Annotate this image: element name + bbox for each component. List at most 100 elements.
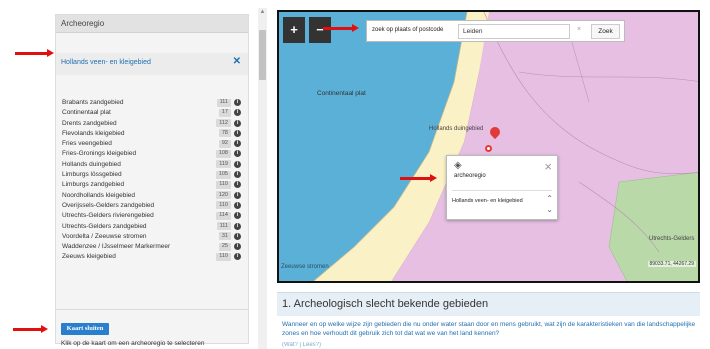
search-button[interactable]: Zoek (591, 24, 620, 39)
info-icon[interactable]: i (234, 150, 241, 158)
info-icon[interactable]: i (234, 222, 241, 230)
region-list-item[interactable]: Limburgs zandgebied 110 i (56, 180, 248, 190)
region-list-item[interactable]: Utrechts-Gelders rivierengebied 114 i (56, 211, 248, 221)
region-count-badge: 25 (218, 242, 231, 251)
map-viewer[interactable]: + − zoek op plaats of postcode Leiden × … (277, 10, 700, 283)
map-popup: ◈ archeoregio × Hollands veen- en kleige… (446, 155, 558, 220)
region-count-badge: 111 (216, 222, 231, 231)
region-count-badge: 92 (218, 139, 231, 148)
annotation-arrow (15, 49, 54, 57)
annotation-arrow (400, 174, 437, 182)
region-list-item[interactable]: Drents zandgebied 112 i (56, 119, 248, 129)
region-count-badge: 119 (216, 160, 231, 169)
section-more-link[interactable]: (Wat? | Lees?) (282, 342, 321, 348)
region-count-badge: 110 (216, 180, 231, 189)
region-list-item[interactable]: Hollands duingebied 119 i (56, 160, 248, 170)
archeoregio-panel: Archeoregio Hollands veen- en kleigebied… (55, 14, 249, 347)
region-name: Hollands duingebied (62, 160, 121, 168)
region-list: Brabants zandgebied 111 i Continentaal plat… (56, 98, 248, 263)
map-label-utrecht: Utrechts-Gelders (649, 236, 695, 242)
region-list-item[interactable]: Continentaal plat 17 i (56, 108, 248, 118)
scroll-thumb[interactable] (259, 30, 266, 80)
region-list-item[interactable]: Noordhollands kleigebied 120 i (56, 191, 248, 201)
info-icon[interactable]: i (234, 201, 241, 209)
map-label-continental: Continentaal plat (317, 90, 366, 97)
info-icon[interactable]: i (234, 109, 241, 117)
region-name: Continentaal plat (62, 109, 111, 117)
zoom-out-button[interactable]: − (309, 17, 331, 43)
search-label: zoek op plaats of postcode (372, 27, 444, 33)
popup-close-icon[interactable]: × (544, 160, 552, 173)
region-count-badge: 120 (215, 191, 231, 200)
map-click-point-icon (485, 145, 492, 152)
region-name: Limburgs zandgebied (62, 181, 125, 189)
region-list-item[interactable]: Limburgs lössgebied 105 i (56, 170, 248, 180)
region-list-item[interactable]: Flevolands kleigebied 78 i (56, 129, 248, 139)
info-icon[interactable]: i (234, 232, 241, 240)
page-scrollbar[interactable]: ▲ (258, 8, 267, 349)
search-input[interactable]: Leiden (458, 24, 570, 39)
chevron-down-icon[interactable]: ⌄ (546, 205, 553, 214)
region-count-badge: 112 (216, 119, 231, 128)
info-icon[interactable]: i (234, 191, 241, 199)
info-icon[interactable]: i (234, 253, 241, 261)
region-name: Flevolands kleigebied (62, 129, 125, 137)
region-name: Noordhollands kleigebied (62, 191, 135, 199)
region-list-item[interactable]: Fries veengebied 92 i (56, 139, 248, 149)
region-count-badge: 78 (218, 129, 231, 138)
panel-title: Archeoregio (56, 15, 248, 33)
region-name: Fries veengebied (62, 140, 112, 148)
section-header: 1. Archeologisch slecht bekende gebieden (277, 292, 700, 316)
divider (452, 190, 552, 191)
clear-search-icon[interactable]: × (577, 26, 581, 33)
section-question-link[interactable]: Wanneer en op welke wijze zijn gebieden … (282, 320, 700, 338)
popup-title: archeoregio (454, 173, 486, 179)
region-name: Utrechts-Gelders zandgebied (62, 222, 147, 230)
map-label-dune: Hollands duingebied (429, 126, 484, 132)
info-icon[interactable]: i (234, 243, 241, 251)
info-icon[interactable]: i (234, 129, 241, 137)
info-icon[interactable]: i (234, 140, 241, 148)
region-list-item[interactable]: Zeeuws kleigebied 110 i (56, 252, 248, 262)
region-name: Zeeuws kleigebied (62, 253, 116, 261)
region-count-badge: 105 (215, 170, 231, 179)
region-list-item[interactable]: Voordelta / Zeeuwse stromen 31 i (56, 232, 248, 242)
selected-region-label: Hollands veen- en kleigebied (61, 59, 151, 66)
info-icon[interactable]: i (234, 99, 241, 106)
info-icon[interactable]: i (234, 212, 241, 220)
selected-region[interactable]: Hollands veen- en kleigebied ✕ (56, 53, 248, 75)
info-icon[interactable]: i (234, 160, 241, 168)
region-name: Utrechts-Gelders rivierengebied (62, 212, 154, 220)
info-icon[interactable]: i (234, 171, 241, 179)
region-list-item[interactable]: Utrechts-Gelders zandgebied 111 i (56, 222, 248, 232)
search-bar: zoek op plaats of postcode Leiden × Zoek (366, 20, 625, 42)
region-count-badge: 17 (218, 108, 231, 117)
region-count-badge: 108 (215, 149, 231, 158)
chevron-up-icon[interactable]: ⌃ (546, 194, 553, 203)
scroll-up-icon[interactable]: ▲ (258, 8, 267, 17)
region-list-item[interactable]: Brabants zandgebied 111 i (56, 98, 248, 108)
info-icon[interactable]: i (234, 119, 241, 127)
zoom-in-button[interactable]: + (283, 17, 305, 43)
region-count-badge: 31 (218, 232, 231, 241)
hint-text: Klik op de kaart om een archeoregio te s… (61, 340, 205, 347)
region-count-badge: 110 (216, 201, 231, 210)
map-coordinates: 89033.71, 44267.29 (647, 261, 696, 267)
region-count-badge: 110 (216, 252, 231, 261)
annotation-arrow (323, 24, 359, 32)
annotation-arrow (13, 325, 48, 333)
layers-icon: ◈ (454, 160, 462, 171)
map-label-zeeuws: Zeeuwse stromen (281, 264, 329, 270)
divider (56, 309, 248, 310)
region-name: Drents zandgebied (62, 119, 117, 127)
region-list-item[interactable]: Overijssels-Gelders zandgebied 110 i (56, 201, 248, 211)
region-name: Brabants zandgebied (62, 99, 124, 106)
region-list-item[interactable]: Fries-Gronings kleigebied 108 i (56, 149, 248, 159)
info-icon[interactable]: i (234, 181, 241, 189)
section-title: 1. Archeologisch slecht bekende gebieden (282, 298, 489, 310)
region-list-item[interactable]: Waddenzee / IJsselmeer Markermeer 25 i (56, 242, 248, 252)
close-icon[interactable]: ✕ (233, 56, 241, 67)
region-count-badge: 111 (216, 98, 231, 107)
close-map-button[interactable]: Kaart sluiten (61, 323, 109, 335)
region-name: Waddenzee / IJsselmeer Markermeer (62, 243, 171, 251)
